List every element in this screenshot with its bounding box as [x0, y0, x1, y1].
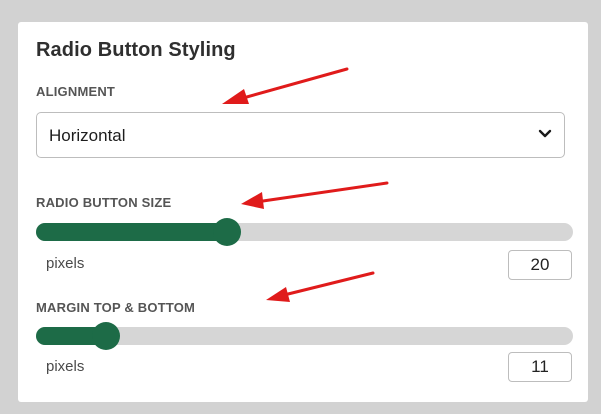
- alignment-select[interactable]: Horizontal: [36, 112, 565, 158]
- radio-size-label: RADIO BUTTON SIZE: [36, 195, 172, 210]
- alignment-label: ALIGNMENT: [36, 84, 116, 99]
- panel-title: Radio Button Styling: [36, 39, 236, 61]
- margin-slider-thumb[interactable]: [91, 322, 120, 350]
- radio-size-slider-fill: [36, 223, 227, 241]
- radio-size-unit-label: pixels: [46, 255, 85, 272]
- margin-slider[interactable]: [36, 322, 573, 350]
- alignment-select-value: Horizontal: [49, 126, 126, 145]
- radio-size-slider-thumb[interactable]: [212, 218, 241, 246]
- radio-button-styling-panel: Radio Button Styling ALIGNMENT Horizonta…: [18, 22, 588, 402]
- chevron-down-icon: [538, 129, 552, 138]
- margin-input[interactable]: 11: [508, 352, 572, 382]
- margin-label: MARGIN TOP & BOTTOM: [36, 300, 196, 315]
- radio-size-input[interactable]: 20: [508, 250, 572, 280]
- margin-unit-label: pixels: [46, 358, 85, 375]
- radio-size-slider[interactable]: [36, 218, 573, 246]
